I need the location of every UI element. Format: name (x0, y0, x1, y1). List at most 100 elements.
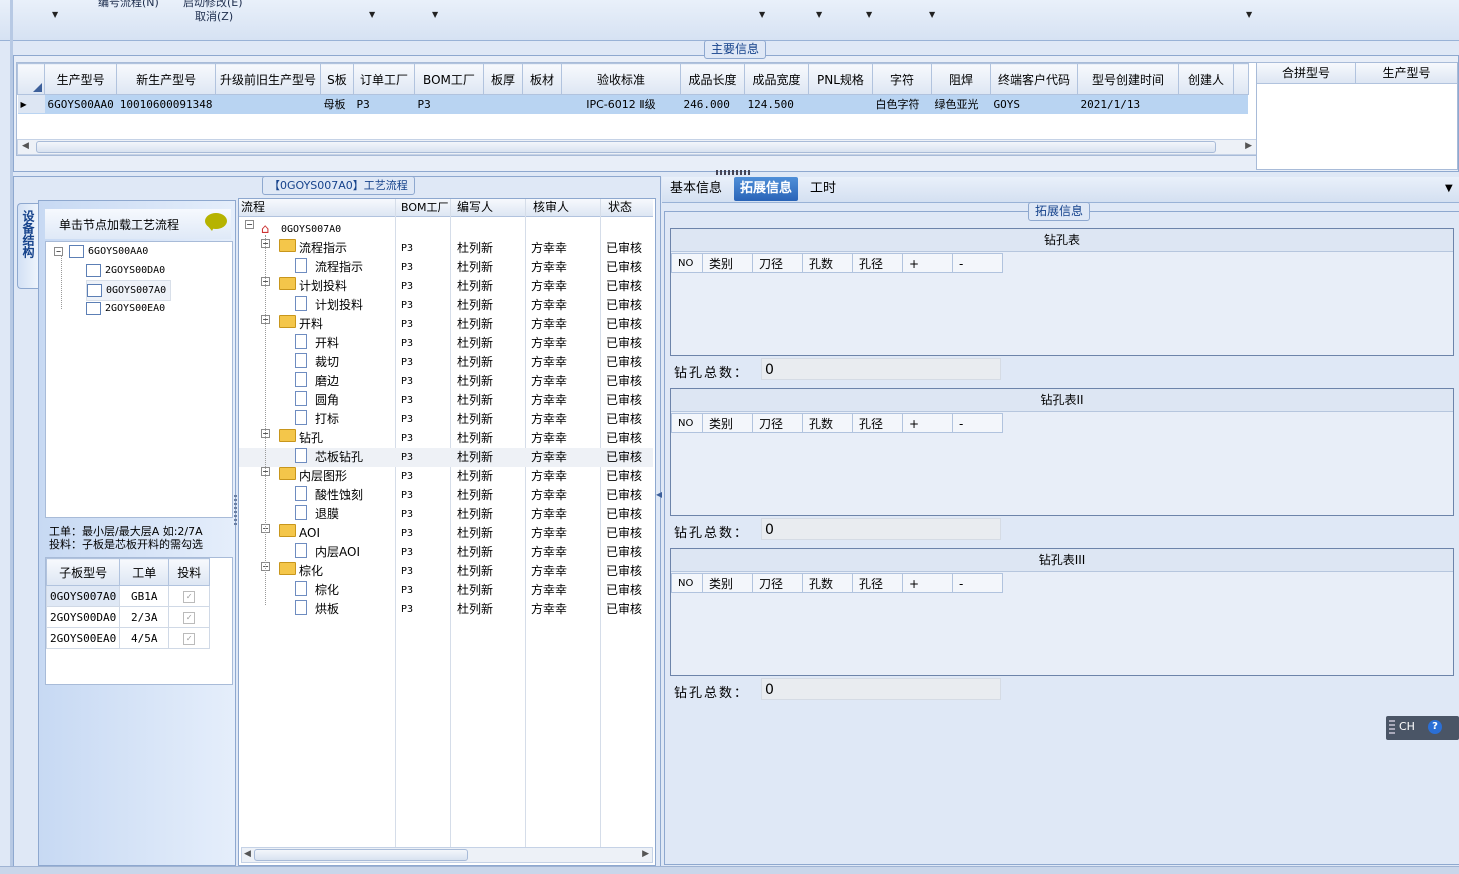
process-step-row[interactable]: 酸性蚀刻 P3 杜列新 方幸幸 已审核 (239, 486, 653, 505)
collapse-icon[interactable]: − (245, 220, 254, 229)
feed-checkbox[interactable]: ✓ (183, 591, 196, 603)
cell-creator[interactable] (1178, 94, 1234, 114)
remove-row-button[interactable]: - (952, 253, 1003, 273)
chevron-down-icon[interactable]: ▼ (816, 10, 822, 19)
table-row[interactable]: 2GOYS00EA0 4/5A ✓ (45, 627, 211, 649)
col-new-prod-no[interactable]: 新生产型号 (116, 63, 216, 95)
col-width[interactable]: 成品宽度 (743, 63, 809, 95)
col-sub-feed[interactable]: 投料 (168, 558, 211, 586)
feed-checkbox[interactable]: ✓ (183, 612, 196, 624)
cell-bom-factory[interactable]: P3 (414, 94, 484, 114)
col-standard[interactable]: 验收标准 (560, 63, 681, 95)
drill-total-field[interactable]: 0 (761, 358, 1001, 380)
col-prod-no[interactable]: 生产型号 (43, 63, 118, 95)
splitter-left[interactable] (234, 495, 237, 525)
scroll-right-icon[interactable]: ▶ (642, 849, 649, 859)
col-flow[interactable]: 流程 (241, 199, 265, 216)
col-creator[interactable]: 创建人 (1177, 63, 1234, 95)
chevron-down-icon[interactable]: ▼ (1246, 10, 1252, 19)
tab-extended-info[interactable]: 拓展信息 (734, 177, 799, 201)
scroll-left-icon[interactable]: ◀ (22, 141, 29, 151)
cell-prod-no[interactable]: 6GOYS00AA0 (44, 94, 117, 114)
process-step-row[interactable]: 圆角 P3 杜列新 方幸幸 已审核 (239, 391, 653, 410)
cell-pnl[interactable] (808, 94, 873, 114)
tree-node[interactable]: 2GOYS00EA0 (86, 299, 165, 318)
tree-node-selected[interactable]: 0GOYS007A0 (86, 280, 172, 301)
col-sub-order[interactable]: 工单 (119, 558, 170, 586)
chevron-down-icon[interactable]: ▼ (432, 10, 438, 19)
process-step-row[interactable]: 烘板 P3 杜列新 方幸幸 已审核 (239, 600, 653, 619)
col-writer[interactable]: 编写人 (457, 199, 493, 216)
cell-char[interactable]: 白色字符 (872, 94, 932, 114)
table-row[interactable]: 0GOYS007A0 GB1A ✓ (45, 585, 211, 607)
col-s-board[interactable]: S板 (319, 63, 354, 95)
tab-work-hours[interactable]: 工时 (804, 177, 842, 201)
cell-solder[interactable]: 绿色亚光 (931, 94, 991, 114)
process-folder-row[interactable]: − AOI P3 杜列新 方幸幸 已审核 (239, 524, 653, 543)
process-folder-row[interactable]: − 钻孔 P3 杜列新 方幸幸 已审核 (239, 429, 653, 448)
chevron-down-icon[interactable]: ▼ (929, 10, 935, 19)
process-step-row[interactable]: 内层AOI P3 杜列新 方幸幸 已审核 (239, 543, 653, 562)
chevron-down-icon[interactable]: ▼ (52, 10, 58, 19)
process-step-row[interactable]: 裁切 P3 杜列新 方幸幸 已审核 (239, 353, 653, 372)
feed-checkbox[interactable]: ✓ (183, 633, 196, 645)
scroll-right-icon[interactable]: ▶ (1245, 141, 1252, 151)
col-customer[interactable]: 终端客户代码 (989, 63, 1078, 95)
process-step-row[interactable]: 退膜 P3 杜列新 方幸幸 已审核 (239, 505, 653, 524)
remove-row-button[interactable]: - (952, 573, 1003, 593)
process-folder-row[interactable]: − 计划投料 P3 杜列新 方幸幸 已审核 (239, 277, 653, 296)
tab-dropdown-icon[interactable]: ▼ (1445, 183, 1453, 194)
col-merge-model[interactable]: 合拼型号 (1257, 63, 1356, 84)
process-step-row[interactable]: 棕化 P3 杜列新 方幸幸 已审核 (239, 581, 653, 600)
help-icon[interactable]: ? (1428, 720, 1442, 734)
horizontal-scrollbar[interactable]: ◀ ▶ (17, 139, 1257, 155)
process-folder-row[interactable]: − 内层图形 P3 杜列新 方幸幸 已审核 (239, 467, 653, 486)
cell-s-board[interactable]: 母板 (320, 94, 354, 114)
splitter-grip[interactable] (716, 170, 752, 175)
ime-bar[interactable]: CH ? (1386, 716, 1459, 740)
col-merge-prod-no[interactable]: 生产型号 (1356, 63, 1457, 84)
cell-new-prod-no[interactable]: 10010600091348 (116, 94, 216, 114)
ime-language[interactable]: CH (1399, 720, 1415, 733)
chevron-down-icon[interactable]: ▼ (759, 10, 765, 19)
tree-node[interactable]: 2GOYS00DA0 (86, 261, 165, 280)
process-step-row[interactable]: 芯板钻孔 P3 杜列新 方幸幸 已审核 (239, 448, 653, 467)
col-solder[interactable]: 阻焊 (930, 63, 991, 95)
tree-node[interactable]: − 6GOYS00AA0 (54, 242, 148, 261)
remove-row-button[interactable]: - (952, 413, 1003, 433)
cell-standard[interactable]: IPC-6012 Ⅱ级 (561, 94, 681, 114)
cell-customer[interactable]: GOYS (990, 94, 1078, 114)
process-step-row[interactable]: 计划投料 P3 杜列新 方幸幸 已审核 (239, 296, 653, 315)
col-created[interactable]: 型号创建时间 (1076, 63, 1179, 95)
cell-material[interactable] (522, 94, 562, 114)
process-folder-row[interactable]: − 开料 P3 杜列新 方幸幸 已审核 (239, 315, 653, 334)
tab-basic-info[interactable]: 基本信息 (664, 177, 728, 201)
chevron-down-icon[interactable]: ▼ (866, 10, 872, 19)
drill-total-field[interactable]: 0 (761, 518, 1001, 540)
toolbar-item-process[interactable]: 编号流程(N) (98, 0, 159, 10)
table-row[interactable]: 2GOYS00DA0 2/3A ✓ (45, 606, 211, 628)
cell-created[interactable]: 2021/1/13 (1077, 94, 1179, 114)
col-bom[interactable]: BOM工厂 (401, 199, 449, 216)
col-reviewer[interactable]: 核审人 (533, 199, 569, 216)
col-material[interactable]: 板材 (521, 63, 562, 95)
cell-length[interactable]: 246.000 (680, 94, 745, 114)
process-folder-row[interactable]: − 棕化 P3 杜列新 方幸幸 已审核 (239, 562, 653, 581)
table-row[interactable]: ▶ 6GOYS00AA0 10010600091348 母板 P3 P3 IPC… (17, 94, 1249, 114)
scroll-thumb[interactable] (36, 141, 1216, 153)
add-row-button[interactable]: + (902, 573, 953, 593)
cell-order-factory[interactable]: P3 (353, 94, 415, 114)
col-old-prod-no[interactable]: 升级前旧生产型号 (214, 63, 321, 95)
col-bom-factory[interactable]: BOM工厂 (413, 63, 484, 95)
col-sub-model[interactable]: 子板型号 (45, 558, 121, 586)
chevron-down-icon[interactable]: ▼ (369, 10, 375, 19)
tree-root[interactable]: − ⌂ 0GOYS007A0 (239, 220, 653, 239)
col-thickness[interactable]: 板厚 (482, 63, 523, 95)
scroll-thumb[interactable] (254, 849, 468, 861)
col-status[interactable]: 状态 (608, 199, 632, 216)
drill-total-field[interactable]: 0 (761, 678, 1001, 700)
col-order-factory[interactable]: 订单工厂 (352, 63, 415, 95)
scroll-left-icon[interactable]: ◀ (244, 849, 251, 859)
col-char[interactable]: 字符 (871, 63, 932, 95)
cell-width[interactable]: 124.500 (744, 94, 809, 114)
